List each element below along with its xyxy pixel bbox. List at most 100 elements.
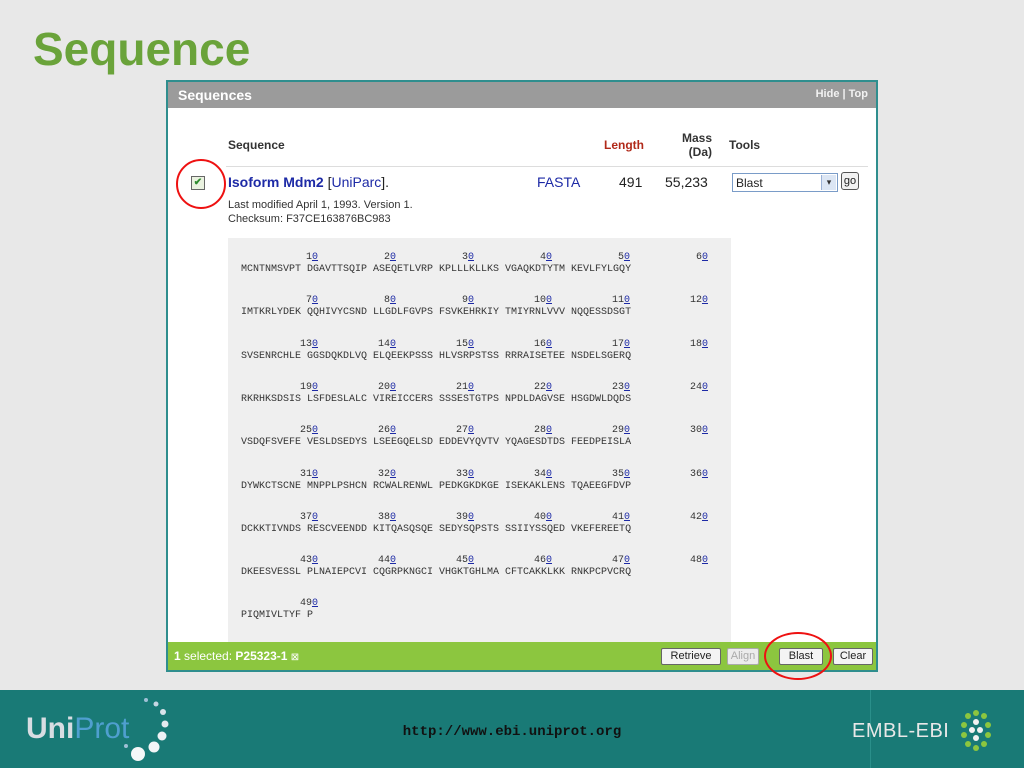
embl-ebi-logo-text: EMBL-EBI xyxy=(852,720,950,742)
sequence-block: 370 380 390 400 410 420 DCKKTIVNDS RESCVEENDD … xyxy=(241,512,708,535)
sequence-position-numbers: 490 xyxy=(241,598,318,609)
sequence-block: 130 140 150 160 170 180 SVSENRCHLE GGSDQKDLVQ … xyxy=(241,339,708,362)
sequence-position: 450 xyxy=(455,555,474,567)
sequence-position: 360 xyxy=(689,468,708,480)
sequence-position: 210 xyxy=(455,381,474,393)
sequence-position: 230 xyxy=(611,381,630,393)
sequence-residues: PIQMIVLTYF P xyxy=(241,610,314,622)
sequence-position-numbers: 310 320 330 340 350 360 xyxy=(241,469,708,480)
isoform-title: Isoform Mdm2 [UniParc]. xyxy=(228,174,389,190)
uniparc-close: ]. xyxy=(381,174,390,190)
selected-count: 1 xyxy=(174,649,181,663)
sequence-block: 250 260 270 280 290 300 VSDQFSVEFE VESLDSEDYS … xyxy=(241,425,708,448)
sequence-position: 10 xyxy=(305,252,318,263)
panel-header: Sequences Hide | Top xyxy=(168,82,876,108)
selection-status: 1 selected: P25323-1 ⊠ xyxy=(174,649,299,663)
sequence-position: 190 xyxy=(299,381,318,393)
sequence-block: 70 80 90 100 110 120 IMTKRLYDEK QQHIVYCSND LLG… xyxy=(241,295,708,318)
selected-accession: P25323-1 xyxy=(235,649,288,663)
sequence-position: 120 xyxy=(689,295,708,307)
embl-ebi-logo-icon xyxy=(961,710,991,751)
sequence-position: 40 xyxy=(539,252,552,263)
sequence-position: 160 xyxy=(533,338,552,350)
sequences-panel: Sequences Hide | Top Sequence Length Mas… xyxy=(166,80,878,672)
sequence-position: 470 xyxy=(611,555,630,567)
remove-icon[interactable]: ⊠ xyxy=(291,652,299,663)
sequence-position: 290 xyxy=(611,425,630,437)
sequence-position: 320 xyxy=(377,468,396,480)
sequence-residues: MCNTNMSVPT DGAVTTSQIP ASEQETLVRP KPLLLKL… xyxy=(241,264,632,275)
sequence-position: 150 xyxy=(455,338,474,350)
column-header-sequence: Sequence xyxy=(228,138,285,152)
sequence-position: 380 xyxy=(377,511,396,523)
sequence-block: 10 20 30 40 50 60 MCNTNMSVPT DGAVTTSQIP ASEQET… xyxy=(241,252,708,275)
sequence-position: 480 xyxy=(689,555,708,567)
fasta-link[interactable]: FASTA xyxy=(537,174,580,190)
sequence-residues: DCKKTIVNDS RESCVEENDD KITQASQSQE SEDYSQP… xyxy=(241,523,632,535)
isoform-link[interactable]: Isoform Mdm2 xyxy=(228,174,324,190)
sequence-mass: 55,233 xyxy=(665,174,708,190)
column-header-length: Length xyxy=(604,138,644,152)
sequence-position: 460 xyxy=(533,555,552,567)
align-button: Align xyxy=(727,648,759,665)
slide-footer: UniProt http://www.ebi.uniprot.org EMBL-… xyxy=(0,690,1024,768)
sequence-position: 300 xyxy=(689,425,708,437)
clear-button[interactable]: Clear xyxy=(833,648,873,665)
panel-header-links: Hide | Top xyxy=(816,88,868,100)
sequence-position-numbers: 190 200 210 220 230 240 xyxy=(241,382,708,393)
sequence-position: 90 xyxy=(461,295,474,307)
sequence-position: 340 xyxy=(533,468,552,480)
mass-label: Mass xyxy=(682,131,713,145)
hide-link[interactable]: Hide xyxy=(816,88,840,100)
sequence-position: 390 xyxy=(455,511,474,523)
sequence-box: 10 20 30 40 50 60 MCNTNMSVPT DGAVTTSQIP ASEQET… xyxy=(228,238,731,642)
sequence-residues: DYWKCTSCNE MNPPLPSHCN RCWALRENWL PEDKGKD… xyxy=(241,480,632,492)
sequence-block: 490 PIQMIVLTYF P xyxy=(241,598,318,621)
chevron-down-icon[interactable]: ▾ xyxy=(821,175,836,190)
sequence-residues: VSDQFSVEFE VESLDSEDYS LSEEGQELSD EDDEVYQ… xyxy=(241,437,632,449)
sequence-residues: RKRHKSDSIS LSFDESLALC VIREICCERS SSSESTG… xyxy=(241,393,632,405)
sequence-position: 200 xyxy=(377,381,396,393)
sequence-position: 250 xyxy=(299,425,318,437)
separator: | xyxy=(842,88,846,100)
sequence-position: 70 xyxy=(305,295,318,307)
uniparc-link[interactable]: UniParc xyxy=(331,174,381,190)
sequence-residues: DKEESVESSL PLNAIEPCVI CQGRPKNGCI VHGKTGH… xyxy=(241,567,632,579)
sequence-position: 140 xyxy=(377,338,396,350)
sequence-position: 330 xyxy=(455,468,474,480)
sequence-position-numbers: 130 140 150 160 170 180 xyxy=(241,339,708,350)
sequence-block: 430 440 450 460 470 480 DKEESVESSL PLNAIEPCVI … xyxy=(241,555,708,578)
sequence-position: 240 xyxy=(689,381,708,393)
column-header-mass: Mass (Da) xyxy=(682,131,712,159)
mass-unit: (Da) xyxy=(688,145,712,159)
sequence-position: 20 xyxy=(383,252,396,263)
sequence-position: 490 xyxy=(299,598,318,610)
sequence-position: 220 xyxy=(533,381,552,393)
sequence-position: 260 xyxy=(377,425,396,437)
top-link[interactable]: Top xyxy=(849,88,868,100)
sequence-block: 310 320 330 340 350 360 DYWKCTSCNE MNPPLPSHCN … xyxy=(241,469,708,492)
tools-select[interactable]: Blast ▾ xyxy=(732,173,838,192)
sequence-position: 370 xyxy=(299,511,318,523)
go-button[interactable]: go xyxy=(841,172,859,190)
slide-title: Sequence xyxy=(33,23,251,75)
sequence-position: 180 xyxy=(689,338,708,350)
sequence-position: 30 xyxy=(461,252,474,263)
sequence-residues: SVSENRCHLE GGSDQKDLVQ ELQEEKPSSS HLVSRPS… xyxy=(241,350,632,362)
retrieve-button[interactable]: Retrieve xyxy=(661,648,721,665)
sequence-position: 350 xyxy=(611,468,630,480)
tools-select-value: Blast xyxy=(736,176,763,190)
sequence-position: 310 xyxy=(299,468,318,480)
sequence-length: 491 xyxy=(619,174,643,190)
sequence-position-numbers: 70 80 90 100 110 120 xyxy=(241,295,708,306)
sequence-position: 430 xyxy=(299,555,318,567)
sequence-position-numbers: 370 380 390 400 410 420 xyxy=(241,512,708,523)
selected-label: selected: xyxy=(184,649,233,663)
column-header-tools: Tools xyxy=(729,138,761,152)
sequence-position: 100 xyxy=(533,295,552,307)
sequence-position-numbers: 430 440 450 460 470 480 xyxy=(241,555,708,566)
sequence-position: 80 xyxy=(383,295,396,307)
sequence-position: 50 xyxy=(617,252,630,263)
highlight-circle-checkbox xyxy=(176,159,226,209)
sequence-residues: IMTKRLYDEK QQHIVYCSND LLGDLFGVPS FSVKEHR… xyxy=(241,307,632,319)
